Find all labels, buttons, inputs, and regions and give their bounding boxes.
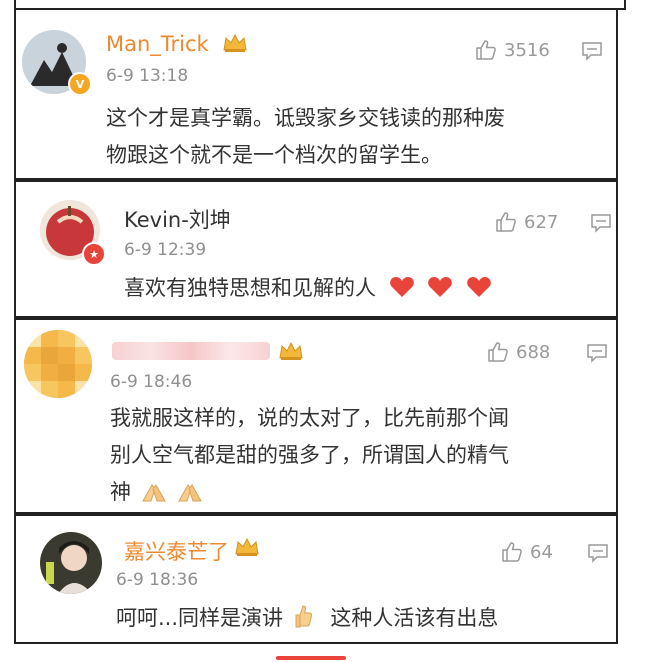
comment-text: 喜欢有独特思想和见解的人: [124, 270, 604, 307]
comment-card: V Man_Trick 6-9 13:18 3516 这个才是真学霸。诋毁家乡交…: [14, 8, 618, 180]
like-button[interactable]: 627: [494, 210, 558, 234]
avatar-blurred[interactable]: [24, 330, 92, 398]
reply-comment-icon[interactable]: [586, 343, 608, 363]
reply-comment-icon[interactable]: [590, 213, 612, 233]
comment-card: 6-9 18:46 688 我就服这样的，说的太对了，比先前那个闻 别人空气都是…: [14, 318, 618, 514]
commenter-name[interactable]: Kevin-刘坤: [124, 204, 231, 234]
like-count: 688: [516, 341, 551, 363]
like-count: 627: [524, 211, 559, 233]
thumbs-up-icon: [476, 40, 496, 60]
thumbs-up-emoji-icon: [295, 605, 312, 628]
red-heart-icon: [389, 277, 414, 297]
like-button[interactable]: 3516: [474, 38, 550, 62]
comment-card: ★ Kevin-刘坤 6-9 12:39 627 喜欢有独特思想和见解的人: [14, 180, 618, 318]
verified-badge-icon: ★: [82, 242, 106, 266]
vip-crown-icon: [235, 537, 259, 556]
reply-comment-icon[interactable]: [581, 41, 603, 61]
red-heart-icon: [428, 277, 453, 297]
commenter-name[interactable]: Man_Trick: [106, 32, 209, 56]
thumbs-up-icon: [488, 342, 508, 362]
like-count: 3516: [504, 39, 550, 61]
vip-crown-icon: [279, 341, 303, 360]
red-heart-icon: [467, 277, 491, 297]
like-button[interactable]: 64: [500, 540, 553, 564]
like-count: 64: [530, 541, 553, 563]
verified-badge-icon: V: [68, 72, 92, 96]
comment-text: 这个才是真学霸。诋毁家乡交钱读的那种废 物跟这个就不是一个档次的留学生。: [106, 106, 505, 167]
vip-crown-icon: [223, 33, 247, 52]
commenter-name-blurred[interactable]: [112, 342, 270, 360]
next-section-red-edge: [276, 656, 346, 660]
comment-text: 呵呵...同样是演讲 这种人活该有出息: [116, 600, 616, 637]
praying-hands-icon: [141, 484, 166, 502]
reply-comment-icon[interactable]: [587, 543, 609, 563]
comment-time: 6-9 18:36: [116, 570, 199, 590]
avatar[interactable]: [40, 532, 102, 594]
comment-card: 嘉兴泰芒了 6-9 18:36 64 呵呵...同样是演讲 这种人活该有出息: [14, 514, 618, 644]
comment-time: 6-9 18:46: [110, 372, 193, 392]
thumbs-up-icon: [502, 542, 522, 562]
praying-hands-icon: [178, 484, 203, 502]
comment-time: 6-9 13:18: [106, 66, 189, 86]
thumbs-up-icon: [496, 212, 516, 232]
comment-time: 6-9 12:39: [124, 240, 207, 260]
comment-text: 我就服这样的，说的太对了，比先前那个闻 别人空气都是甜的强多了，所谓国人的精气 …: [110, 406, 509, 504]
like-button[interactable]: 688: [486, 340, 550, 364]
commenter-name[interactable]: 嘉兴泰芒了: [124, 536, 229, 566]
